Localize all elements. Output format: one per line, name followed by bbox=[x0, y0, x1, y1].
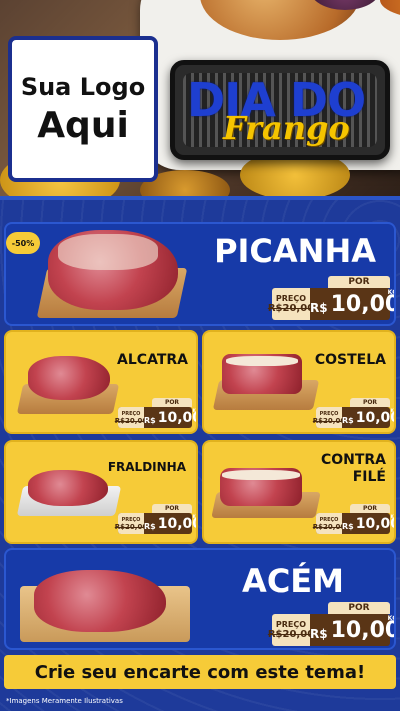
old-price: PREÇO R$20,00 bbox=[114, 407, 148, 428]
fat-layer bbox=[222, 470, 300, 480]
new-price: R$ 10,00 KG bbox=[342, 513, 394, 534]
price-value: 10,00 bbox=[330, 617, 396, 643]
new-price: R$ 10,00 KG bbox=[310, 288, 396, 320]
por-label: POR bbox=[328, 602, 390, 614]
price-tag: POR PREÇO R$20,00 R$ 10,00 KG bbox=[312, 504, 394, 534]
product-name: ACÉM bbox=[242, 562, 344, 600]
store-logo-placeholder: Sua Logo Aqui bbox=[8, 36, 158, 182]
price-tag: POR PREÇO R$20,00 R$ 10,00 KG bbox=[312, 398, 394, 428]
unit: KG bbox=[192, 408, 196, 413]
unit: KG bbox=[387, 289, 394, 296]
old-price-value: R$20,00 bbox=[114, 522, 148, 531]
old-price-value: R$20,00 bbox=[267, 629, 315, 640]
logo-line1: Sua Logo bbox=[20, 72, 146, 101]
por-label: POR bbox=[152, 504, 192, 513]
cta-banner: Crie seu encarte com este tema! bbox=[4, 655, 396, 689]
price-tag: POR PREÇO R$20,00 R$ 10,00 KG bbox=[268, 602, 394, 646]
product-name: COSTELA bbox=[314, 352, 386, 368]
price-tag: POR PREÇO R$20,00 R$ 10,00 KG bbox=[268, 276, 394, 320]
preco-label: PREÇO bbox=[275, 620, 307, 629]
old-price: PREÇO R$20,00 bbox=[268, 288, 314, 320]
unit: KG bbox=[192, 514, 196, 519]
unit: KG bbox=[390, 514, 394, 519]
currency: R$ bbox=[310, 627, 328, 641]
old-price-value: R$20,00 bbox=[312, 522, 346, 531]
old-price: PREÇO R$20,00 bbox=[114, 513, 148, 534]
por-label: POR bbox=[328, 276, 390, 288]
por-label: POR bbox=[350, 398, 390, 407]
fat-layer bbox=[226, 356, 298, 366]
por-label: POR bbox=[152, 398, 192, 407]
price-tag: POR PREÇO R$20,00 R$ 10,00 KG bbox=[114, 398, 196, 428]
product-card-fraldinha: FRALDINHA POR PREÇO R$20,00 R$ 10,00 KG bbox=[4, 440, 198, 544]
logo-line2: Aqui bbox=[37, 104, 129, 146]
price-value: 10,00 bbox=[330, 291, 396, 317]
product-card-contra-file: CONTRA FILÉ POR PREÇO R$20,00 R$ 10,00 K… bbox=[202, 440, 396, 544]
currency: R$ bbox=[144, 415, 156, 425]
old-price: PREÇO R$20,00 bbox=[268, 614, 314, 646]
old-price-value: R$20,00 bbox=[267, 303, 315, 314]
fat-layer bbox=[58, 234, 158, 270]
product-name-line2: FILÉ bbox=[352, 469, 386, 485]
old-price-value: R$20,00 bbox=[114, 416, 148, 425]
new-price: R$ 10,00 KG bbox=[144, 513, 196, 534]
product-name-line1: CONTRA bbox=[320, 452, 386, 468]
badge-subtitle: Frango bbox=[223, 109, 350, 147]
old-price: PREÇO R$20,00 bbox=[312, 407, 346, 428]
acem-image bbox=[34, 570, 166, 632]
header-banner: Sua Logo Aqui DIA DO Frango bbox=[0, 0, 400, 200]
product-name: CONTRA FILÉ bbox=[321, 452, 386, 486]
price-tag: POR PREÇO R$20,00 R$ 10,00 KG bbox=[114, 504, 196, 534]
currency: R$ bbox=[342, 521, 354, 531]
old-price: PREÇO R$20,00 bbox=[312, 513, 346, 534]
preco-label: PREÇO bbox=[275, 294, 307, 303]
product-name: ALCATRA bbox=[117, 352, 188, 368]
unit: KG bbox=[387, 615, 394, 622]
product-name: PICANHA bbox=[214, 232, 376, 270]
product-card-acem: ACÉM POR PREÇO R$20,00 R$ 10,00 KG bbox=[4, 548, 396, 650]
carrots bbox=[380, 0, 400, 20]
old-price-value: R$20,00 bbox=[312, 416, 346, 425]
new-price: R$ 10,00 KG bbox=[144, 407, 196, 428]
por-label: POR bbox=[350, 504, 390, 513]
product-card-picanha: PICANHA POR PREÇO R$20,00 R$ 10,00 KG bbox=[4, 222, 396, 326]
currency: R$ bbox=[310, 301, 328, 315]
fraldinha-image bbox=[28, 470, 108, 506]
currency: R$ bbox=[342, 415, 354, 425]
currency: R$ bbox=[144, 521, 156, 531]
unit: KG bbox=[390, 408, 394, 413]
disclaimer-text: *Imagens Meramente Ilustrativas bbox=[6, 697, 123, 705]
new-price: R$ 10,00 KG bbox=[310, 614, 396, 646]
product-card-alcatra: ALCATRA POR PREÇO R$20,00 R$ 10,00 KG bbox=[4, 330, 198, 434]
alcatra-image bbox=[28, 356, 110, 400]
discount-badge: -50% bbox=[6, 232, 40, 254]
product-card-costela: COSTELA POR PREÇO R$20,00 R$ 10,00 KG bbox=[202, 330, 396, 434]
new-price: R$ 10,00 KG bbox=[342, 407, 394, 428]
theme-badge: DIA DO Frango bbox=[170, 60, 390, 160]
product-name: FRALDINHA bbox=[107, 460, 186, 474]
